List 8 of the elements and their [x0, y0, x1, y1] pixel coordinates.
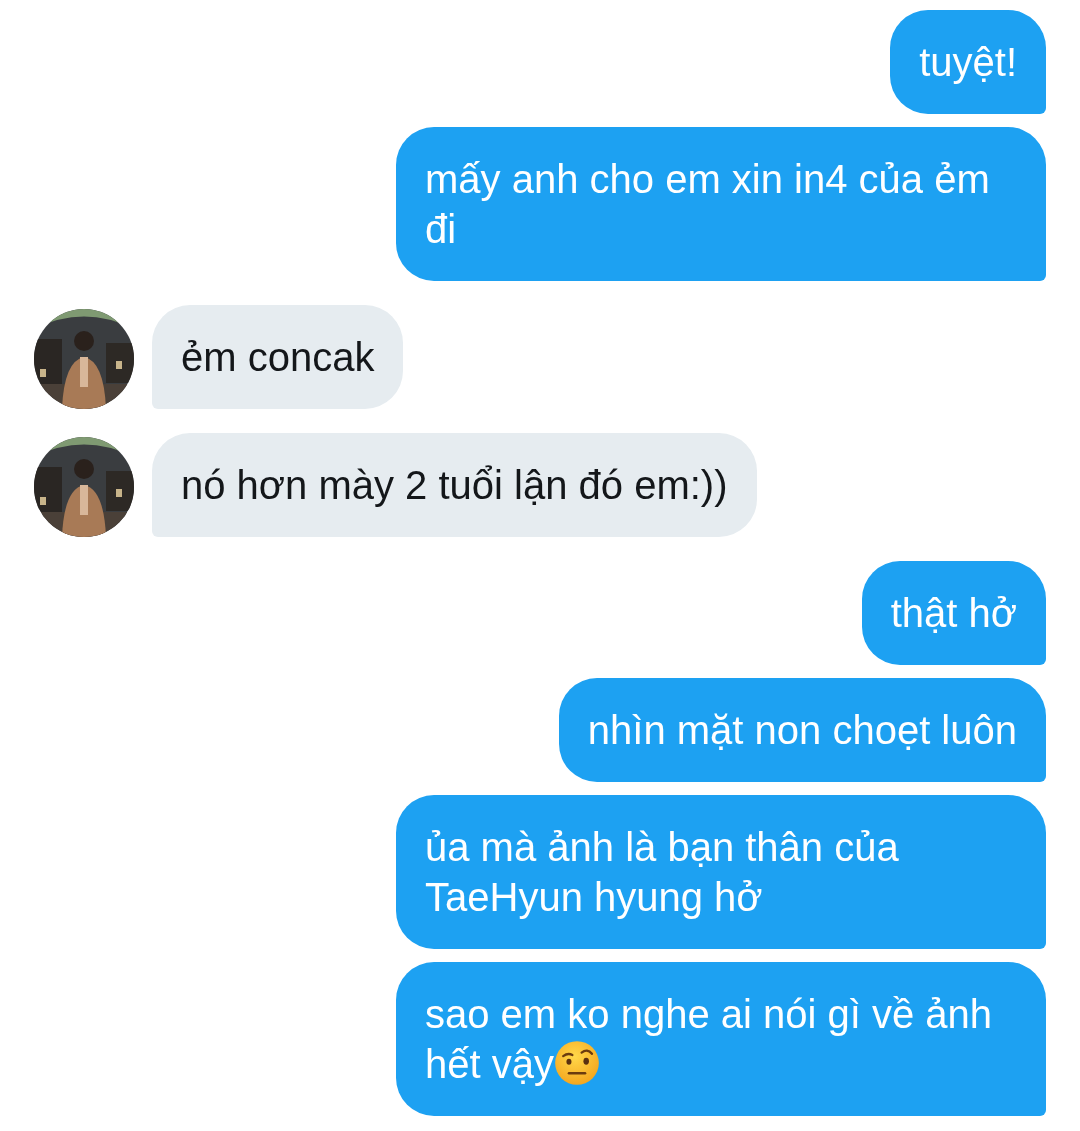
message-bubble: sao em ko nghe ai nói gì về ảnh hết vậy	[396, 962, 1046, 1116]
message-bubble: tuyệt!	[890, 10, 1046, 114]
message-bubble: mấy anh cho em xin in4 của ẻm đi	[396, 127, 1046, 281]
message-bubble: ủa mà ảnh là bạn thân của TaeHyun hyung hở	[396, 795, 1046, 949]
message-bubble: ẻm concak	[152, 305, 404, 409]
message-bubble: nhìn mặt non choẹt luôn	[558, 678, 1046, 782]
message-bubble: nó hơn mày 2 tuổi lận đó em:))	[152, 433, 757, 537]
message-bubble: thật hở	[861, 561, 1046, 665]
